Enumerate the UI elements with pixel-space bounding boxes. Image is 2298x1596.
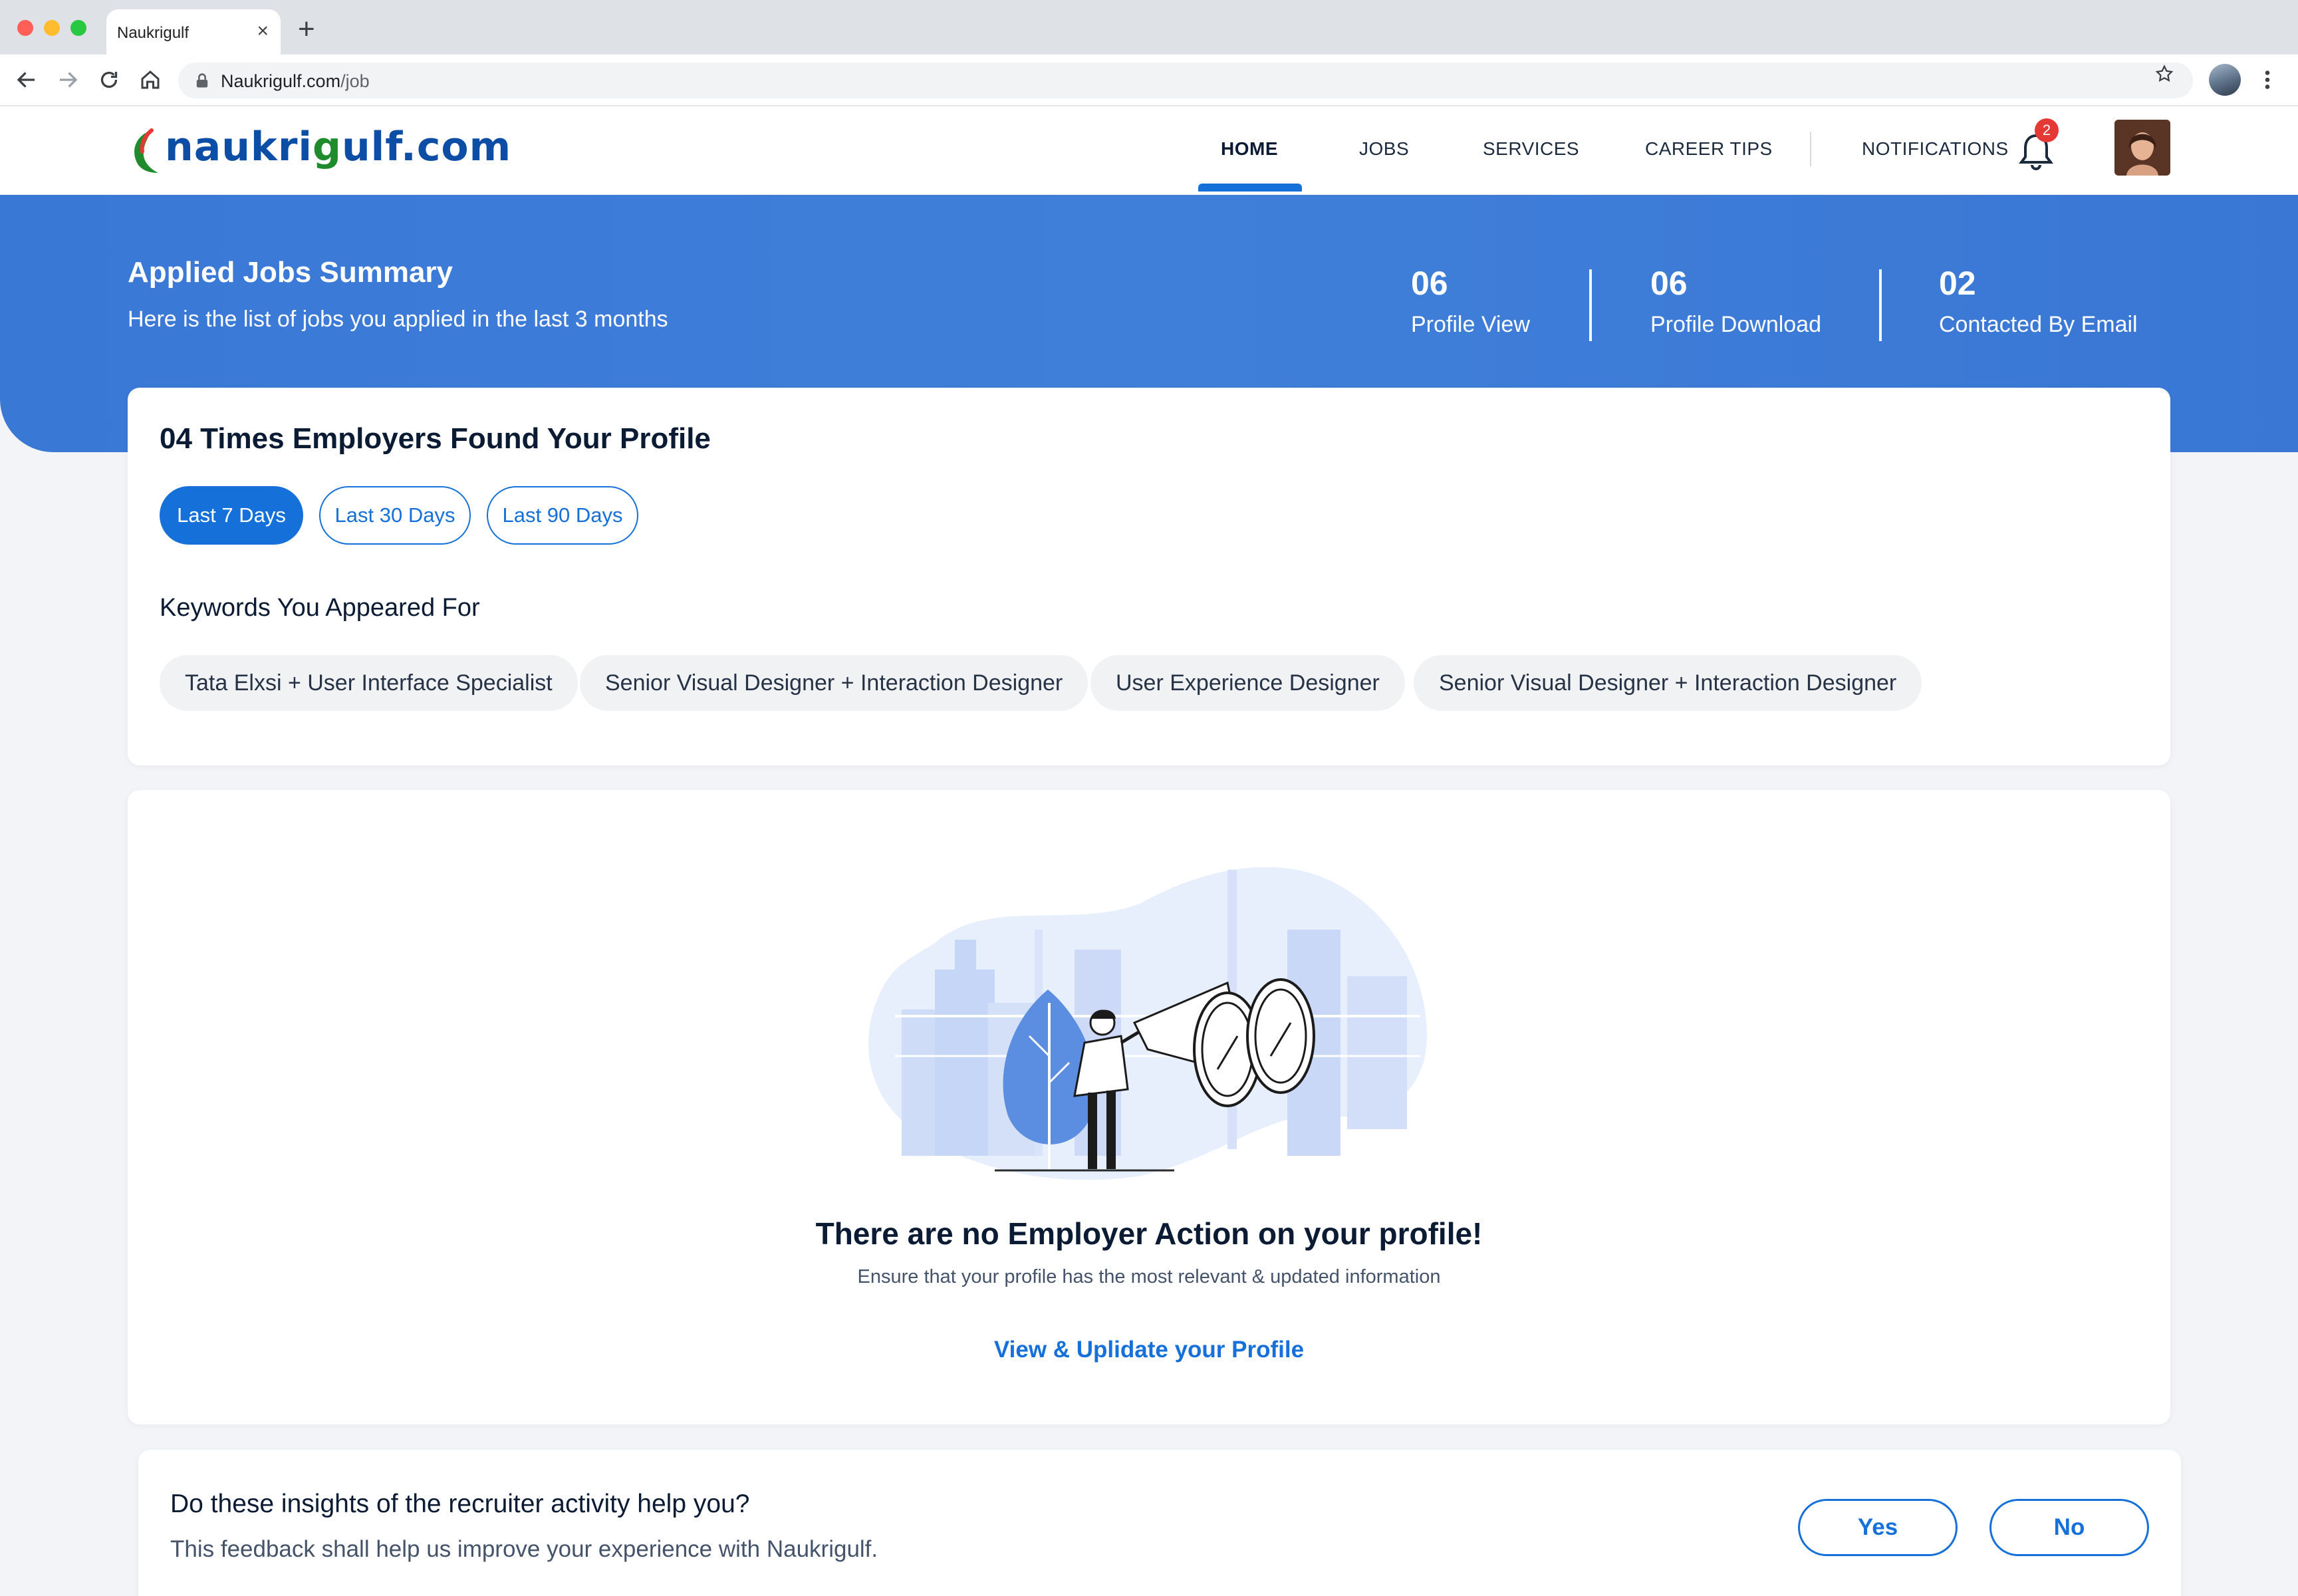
empty-state-subtitle: Ensure that your profile has the most re…	[857, 1266, 1441, 1287]
stat-divider	[1589, 269, 1592, 341]
employers-found-card: 04 Times Employers Found Your Profile La…	[128, 388, 2170, 765]
filter-last-7-days[interactable]: Last 7 Days	[160, 486, 303, 545]
browser-toolbar: Naukrigulf.com/job	[0, 55, 2298, 106]
stat-profile-download: 06 Profile Download	[1650, 264, 1821, 338]
logo-wordmark: naukrigulf.com	[165, 124, 511, 170]
stat-value: 06	[1411, 265, 1448, 302]
logo-text-prefix: naukri	[165, 124, 313, 170]
nav-notifications[interactable]: NOTIFICATIONS	[1862, 138, 2009, 160]
stat-contacted-by-email: 02 Contacted By Email	[1939, 264, 2138, 338]
logo-text-suffix: ulf.com	[341, 124, 512, 170]
user-portrait	[2114, 120, 2170, 176]
stat-divider	[1879, 269, 1882, 341]
banner-subtitle: Here is the list of jobs you applied in …	[128, 307, 668, 332]
url-host: Naukrigulf.com	[221, 71, 341, 91]
binoculars-illustration	[868, 866, 1427, 1180]
nav-jobs[interactable]: JOBS	[1359, 138, 1409, 160]
address-bar[interactable]: Naukrigulf.com/job	[178, 63, 2193, 98]
reload-icon[interactable]	[97, 68, 121, 92]
feedback-subtitle: This feedback shall help us improve your…	[170, 1536, 878, 1562]
nav-career-tips[interactable]: CAREER TIPS	[1645, 138, 1773, 160]
back-arrow-icon[interactable]	[15, 68, 39, 92]
nav-divider	[1810, 132, 1811, 166]
url-path: /job	[340, 71, 370, 91]
browser-tab-title: Naukrigulf	[117, 24, 190, 42]
feedback-card: Do these insights of the recruiter activ…	[138, 1450, 2181, 1596]
naukrigulf-logo[interactable]: naukrigulf.com	[125, 122, 511, 176]
window-minimize-dot[interactable]	[44, 20, 60, 36]
new-tab-icon[interactable]: +	[298, 15, 315, 44]
logo-text-g: g	[312, 124, 342, 170]
browser-profile-avatar[interactable]	[2209, 64, 2241, 96]
browser-tab[interactable]: Naukrigulf ×	[106, 9, 281, 55]
stat-label: Profile View	[1411, 312, 1530, 337]
bookmark-star-icon[interactable]	[2154, 64, 2174, 84]
employers-found-title: 04 Times Employers Found Your Profile	[160, 422, 711, 455]
filter-last-90-days[interactable]: Last 90 Days	[487, 486, 638, 545]
feedback-no-button[interactable]: No	[1989, 1499, 2149, 1556]
window-close-dot[interactable]	[17, 20, 33, 36]
keyword-chip[interactable]: User Experience Designer	[1090, 655, 1405, 711]
home-icon[interactable]	[138, 68, 162, 92]
stat-label: Contacted By Email	[1939, 312, 2138, 337]
site-header: naukrigulf.com HOME JOBS SERVICES CAREER…	[0, 106, 2298, 195]
nav-services[interactable]: SERVICES	[1483, 138, 1579, 160]
feedback-question: Do these insights of the recruiter activ…	[170, 1490, 750, 1518]
stat-profile-view: 06 Profile View	[1411, 264, 1530, 338]
stat-value: 06	[1650, 265, 1688, 302]
browser-menu-icon[interactable]	[2261, 68, 2274, 92]
forward-arrow-icon[interactable]	[56, 68, 80, 92]
nav-home[interactable]: HOME	[1221, 138, 1278, 160]
update-profile-link[interactable]: View & Uplidate your Profile	[128, 1337, 2170, 1363]
keyword-chip[interactable]: Tata Elxsi + User Interface Specialist	[160, 655, 578, 711]
browser-tab-bar: Naukrigulf × +	[0, 0, 2298, 55]
keyword-chip[interactable]: Senior Visual Designer + Interaction Des…	[580, 655, 1088, 711]
user-avatar[interactable]	[2114, 120, 2170, 176]
url-text: Naukrigulf.com/job	[221, 71, 370, 92]
stat-value: 02	[1939, 265, 1976, 302]
tab-close-icon[interactable]: ×	[257, 20, 269, 43]
empty-state-title: There are no Employer Action on your pro…	[815, 1216, 1483, 1251]
lock-icon	[196, 73, 208, 88]
employer-action-card: There are no Employer Action on your pro…	[128, 790, 2170, 1424]
nav-active-indicator	[1198, 184, 1302, 192]
feedback-yes-button[interactable]: Yes	[1798, 1499, 1958, 1556]
logo-swoosh-icon	[134, 128, 158, 173]
banner-title: Applied Jobs Summary	[128, 256, 453, 289]
stat-label: Profile Download	[1650, 312, 1822, 337]
filter-last-30-days[interactable]: Last 30 Days	[319, 486, 471, 545]
notification-count-badge: 2	[2035, 118, 2059, 142]
keyword-chip[interactable]: Senior Visual Designer + Interaction Des…	[1414, 655, 1922, 711]
window-zoom-dot[interactable]	[70, 20, 86, 36]
keywords-title: Keywords You Appeared For	[160, 594, 480, 622]
